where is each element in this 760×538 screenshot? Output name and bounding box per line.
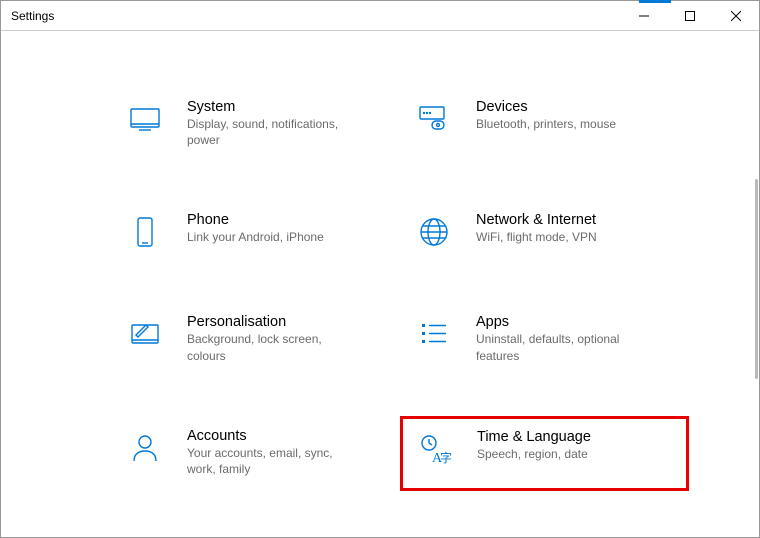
tile-title: Apps (476, 314, 646, 330)
title-bar: Settings (1, 1, 759, 31)
system-icon (127, 101, 163, 137)
tile-title: System (187, 99, 357, 115)
tile-desc: Display, sound, notifications, power (187, 116, 357, 148)
tile-personalisation[interactable]: Personalisation Background, lock screen,… (111, 302, 400, 377)
tile-time-language[interactable]: A字 Time & Language Speech, region, date (400, 416, 689, 491)
accounts-icon (127, 430, 163, 466)
titlebar-accent (639, 0, 671, 3)
tile-title: Network & Internet (476, 212, 597, 228)
tile-devices[interactable]: Devices Bluetooth, printers, mouse (400, 87, 689, 162)
tile-apps[interactable]: Apps Uninstall, defaults, optional featu… (400, 302, 689, 377)
tile-gaming[interactable]: Gaming (111, 529, 400, 537)
close-button[interactable] (713, 1, 759, 30)
time-language-icon: A字 (417, 431, 453, 467)
minimize-button[interactable] (621, 1, 667, 30)
settings-grid: System Display, sound, notifications, po… (1, 31, 759, 537)
tile-system[interactable]: System Display, sound, notifications, po… (111, 87, 400, 162)
tile-desc: Background, lock screen, colours (187, 331, 357, 363)
tile-title: Devices (476, 99, 616, 115)
devices-icon (416, 101, 452, 137)
tile-phone[interactable]: Phone Link your Android, iPhone (111, 200, 400, 264)
settings-content: System Display, sound, notifications, po… (1, 31, 759, 537)
vertical-scrollbar[interactable] (755, 179, 758, 379)
window-title: Settings (11, 9, 54, 23)
phone-icon (127, 214, 163, 250)
tile-title: Phone (187, 212, 324, 228)
apps-icon (416, 316, 452, 352)
tile-title: Accounts (187, 428, 357, 444)
tile-desc: Link your Android, iPhone (187, 229, 324, 245)
tile-accounts[interactable]: Accounts Your accounts, email, sync, wor… (111, 416, 400, 491)
globe-icon (416, 214, 452, 250)
tile-desc: WiFi, flight mode, VPN (476, 229, 597, 245)
tile-desc: Speech, region, date (477, 446, 591, 462)
tile-desc: Bluetooth, printers, mouse (476, 116, 616, 132)
tile-title: Personalisation (187, 314, 357, 330)
window-buttons (621, 1, 759, 30)
svg-text:字: 字 (440, 450, 452, 465)
tile-network[interactable]: Network & Internet WiFi, flight mode, VP… (400, 200, 689, 264)
tile-title: Time & Language (477, 429, 591, 445)
tile-desc: Your accounts, email, sync, work, family (187, 445, 357, 477)
tile-ease-of-access[interactable]: Ease of Access (400, 529, 689, 537)
tile-desc: Uninstall, defaults, optional features (476, 331, 646, 363)
maximize-button[interactable] (667, 1, 713, 30)
personalisation-icon (127, 316, 163, 352)
